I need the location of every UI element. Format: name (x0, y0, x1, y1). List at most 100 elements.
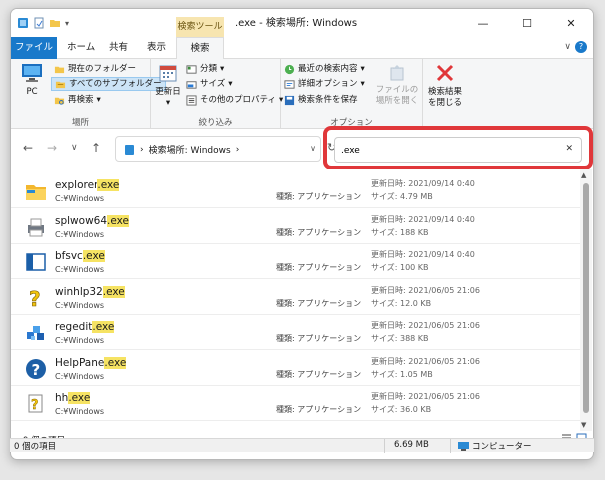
close-search-label-1: 検索結果 (427, 87, 462, 97)
status-divider (384, 439, 385, 453)
explorer-window: ▾ 検索ツール .exe - 検索場所: Windows — ☐ ✕ ファイル … (10, 8, 594, 460)
svg-text:?: ? (29, 287, 41, 309)
file-name: hh.exe (55, 392, 91, 404)
size-icon (186, 80, 197, 89)
file-row[interactable]: bfsvc.exe C:¥Windows 種類: アプリケーション 更新日時: 202… (11, 244, 581, 279)
tab-view[interactable]: 表示 (139, 37, 174, 59)
ribbon: PC 現在のフォルダー すべてのサブフォルダー 再検索 ▾ 場所 更新日▾ 分類… (11, 59, 593, 129)
file-basename: winhlp32 (55, 285, 103, 298)
tab-search[interactable]: 検索 (176, 37, 224, 60)
file-size: サイズ: 12.0 KB (371, 298, 432, 308)
ribbon-group-options: 最近の検索内容 ▾ 詳細オプション ▾ 検索条件を保存 ファイルの 場所を開く オプ… (281, 59, 423, 129)
group-label-options: オプション (330, 118, 373, 128)
search-box: ✕ (334, 137, 582, 163)
search-again-button[interactable]: 再検索 ▾ (51, 93, 104, 107)
ribbon-collapse-icon[interactable]: ∨ (564, 42, 571, 52)
address-dropdown-icon[interactable]: ∨ (310, 144, 316, 153)
tab-home[interactable]: ホーム (59, 37, 103, 59)
forward-arrow-icon[interactable]: → (47, 141, 57, 155)
properties-icon[interactable] (33, 17, 45, 29)
file-type: 種類: アプリケーション (276, 227, 362, 237)
chevron-down-icon: ▾ (96, 95, 101, 105)
help-question-icon: ? (25, 286, 47, 311)
minimize-button[interactable]: — (461, 9, 505, 37)
file-row[interactable]: ? HelpPane.exe C:¥Windows 種類: アプリケーション 更新日時:… (11, 351, 581, 386)
recent-locations-chevron-icon[interactable]: ∨ (71, 143, 78, 153)
file-path: C:¥Windows (55, 371, 105, 381)
open-file-location-button[interactable]: ファイルの 場所を開く (375, 63, 419, 107)
vertical-scrollbar[interactable]: ▲ ▼ (580, 169, 592, 431)
maximize-button[interactable]: ☐ (505, 9, 549, 37)
pc-label: PC (26, 87, 38, 97)
group-label-location: 場所 (71, 118, 89, 128)
help-icon[interactable]: ? (575, 41, 587, 53)
tab-file[interactable]: ファイル (11, 37, 57, 59)
status-divider (450, 439, 451, 453)
ribbon-group-refine: 更新日▾ 分類 ▾ サイズ ▾ その他のプロパティ ▾ 絞り込み (151, 59, 283, 129)
clear-search-icon[interactable]: ✕ (565, 144, 573, 154)
file-row[interactable]: regedit.exe C:¥Windows 種類: アプリケーション 更新日時: 2… (11, 315, 581, 350)
file-modified-date: 更新日時: 2021/06/05 21:06 (371, 285, 480, 295)
computer-icon (458, 441, 469, 451)
qat-dropdown-icon[interactable]: ▾ (65, 19, 69, 28)
file-extension-match: .exe (97, 179, 120, 191)
tab-share[interactable]: 共有 (101, 37, 136, 59)
breadcrumb-path[interactable]: 検索場所: Windows (149, 143, 231, 156)
file-modified-date: 更新日時: 2021/06/05 21:06 (371, 392, 480, 401)
file-extension-match: .exe (102, 285, 125, 298)
help-document-icon: ? (25, 393, 47, 415)
scrollbar-thumb[interactable] (583, 183, 589, 413)
save-search-button[interactable]: 検索条件を保存 (281, 93, 361, 107)
advanced-options-label: 詳細オプション (298, 79, 358, 89)
file-basename: explorer (55, 179, 98, 191)
other-properties-button[interactable]: その他のプロパティ ▾ (183, 93, 286, 107)
file-type: 種類: アプリケーション (276, 405, 362, 414)
calendar-icon (159, 65, 177, 82)
file-row[interactable]: ? hh.exe C:¥Windows 種類: アプリケーション 更新日時: 2021/… (11, 386, 581, 421)
file-size: サイズ: 188 KB (371, 227, 429, 237)
file-path: C:¥Windows (55, 229, 105, 239)
pc-icon (22, 64, 42, 82)
advanced-options-button[interactable]: 詳細オプション ▾ (281, 77, 368, 91)
pc-button[interactable]: PC (19, 63, 45, 98)
address-bar[interactable]: › 検索場所: Windows › ∨ (115, 136, 321, 162)
file-extension-match: .exe (82, 250, 105, 262)
recent-searches-button[interactable]: 最近の検索内容 ▾ (281, 62, 368, 76)
back-arrow-icon[interactable]: ← (23, 141, 33, 155)
file-row[interactable]: explorer.exe C:¥Windows 種類: アプリケーション 更新日時: … (11, 173, 581, 208)
file-path: C:¥Windows (55, 407, 105, 416)
up-arrow-icon[interactable]: ↑ (91, 141, 101, 155)
file-name: splwow64.exe (55, 214, 129, 227)
save-search-icon (284, 95, 295, 105)
kind-button[interactable]: 分類 ▾ (183, 62, 227, 76)
help-circle-icon: ? (25, 358, 47, 380)
search-tools-context-label: 検索ツール (176, 17, 224, 37)
search-again-label: 再検索 (68, 95, 94, 105)
breadcrumb-chevron-icon[interactable]: › (236, 145, 240, 155)
close-search-button[interactable]: 検索結果 を閉じる (425, 63, 465, 109)
file-name: explorer.exe (55, 179, 120, 191)
file-basename: bfsvc (55, 250, 83, 262)
file-extension-match: .exe (104, 356, 127, 369)
new-folder-icon[interactable] (49, 17, 61, 29)
search-input[interactable] (341, 143, 541, 159)
file-row[interactable]: ? winhlp32.exe C:¥Windows 種類: アプリケーション 更新日時:… (11, 280, 581, 315)
search-location-icon (125, 144, 134, 155)
file-modified-date: 更新日時: 2021/09/14 0:40 (371, 214, 475, 224)
date-modified-label: 更新日 (155, 87, 181, 97)
scroll-up-icon[interactable]: ▲ (581, 171, 586, 179)
scroll-down-icon[interactable]: ▼ (581, 421, 586, 429)
current-folder-button[interactable]: 現在のフォルダー (51, 62, 139, 76)
group-label-refine: 絞り込み (198, 118, 233, 128)
all-subfolders-button[interactable]: すべてのサブフォルダー (51, 77, 166, 91)
advanced-options-icon (284, 79, 295, 89)
close-window-button[interactable]: ✕ (549, 9, 593, 37)
file-row[interactable]: splwow64.exe C:¥Windows 種類: アプリケーション 更新日時: … (11, 209, 581, 244)
date-modified-button[interactable]: 更新日▾ (154, 63, 182, 109)
size-button[interactable]: サイズ ▾ (183, 77, 236, 91)
file-basename: regedit (55, 321, 93, 333)
file-size: サイズ: 388 KB (371, 334, 429, 343)
properties-list-icon (186, 94, 197, 106)
file-list: explorer.exe C:¥Windows 種類: アプリケーション 更新日時: … (11, 169, 581, 431)
file-type: 種類: アプリケーション (276, 192, 362, 201)
